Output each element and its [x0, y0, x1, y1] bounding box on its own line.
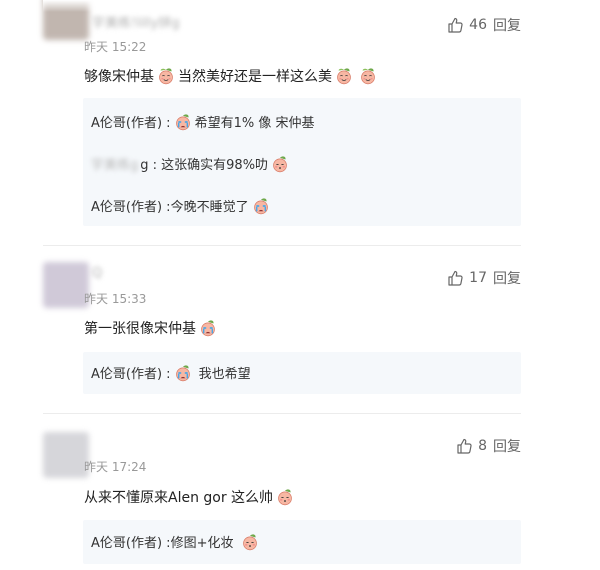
reply-author[interactable]: A伦哥(作者) : [91, 196, 171, 215]
smirk-emoji-icon [335, 67, 353, 85]
avatar[interactable] [43, 262, 89, 308]
comment-time: 昨天 15:22 [84, 40, 147, 54]
comment-time: 昨天 17:24 [84, 460, 147, 474]
comment-text-continued: 当然美好还是一样这么美 [178, 69, 332, 85]
reply-thread: A伦哥(作者) : 希望有1% 像 宋仲基 宇美练g g : 这张确实有98%叻… [83, 98, 521, 226]
comment-text: 够像宋仲基 [84, 69, 154, 85]
comment-content: 够像宋仲基 当然美好还是一样这么美 [84, 66, 380, 86]
like-count[interactable]: 46 [469, 17, 487, 33]
comment-text: 第一张很像宋仲基 [84, 321, 196, 337]
comment-content: 从来不懂原来Alen gor 这么帅 [84, 487, 297, 507]
thumbs-up-icon[interactable] [447, 17, 463, 33]
crying-emoji-icon [199, 319, 217, 337]
reply-author[interactable]: A伦哥(作者) : [91, 112, 171, 131]
like-count[interactable]: 8 [478, 438, 487, 454]
reply-thread: A伦哥(作者) : 修图+化妆 [83, 520, 521, 564]
like-count[interactable]: 17 [469, 270, 487, 286]
avatar[interactable] [43, 432, 89, 478]
reply-author[interactable]: A伦哥(作者) : [91, 532, 171, 551]
divider [43, 413, 521, 414]
crying-emoji-icon [174, 113, 192, 131]
shy-emoji-icon [271, 155, 289, 173]
reply-item[interactable]: A伦哥(作者) : 今晚不睡觉了 [91, 196, 273, 215]
comment-text: 从来不懂原来Alen gor 这么帅 [84, 490, 274, 506]
reply-author[interactable]: A伦哥(作者) : [91, 363, 171, 382]
crying-emoji-icon [252, 197, 270, 215]
thumbs-up-icon[interactable] [447, 270, 463, 286]
reply-item[interactable]: A伦哥(作者) : 希望有1% 像 宋仲基 [91, 112, 314, 131]
reply-thread: A伦哥(作者) : 我也希望 [83, 352, 521, 394]
reply-author-blurred[interactable]: 宇美练g [91, 154, 138, 173]
comment-actions: 8 回复 [456, 436, 521, 456]
top-fade [43, 0, 283, 12]
reply-item[interactable]: A伦哥(作者) : 修图+化妆 [91, 532, 262, 551]
shy-emoji-icon [241, 533, 259, 551]
divider [43, 245, 521, 246]
reply-text: 今晚不睡觉了 [170, 200, 249, 215]
smirk-emoji-icon [359, 67, 377, 85]
comment-actions: 46 回复 [447, 15, 521, 35]
reply-button[interactable]: 回复 [493, 15, 521, 35]
reply-item[interactable]: 宇美练g g : 这张确实有98%叻 [91, 154, 292, 173]
thumbs-up-icon[interactable] [456, 438, 472, 454]
reply-text: g : 这张确实有98%叻 [140, 158, 269, 173]
reply-button[interactable]: 回复 [493, 436, 521, 456]
reply-text: 修图+化妆 [170, 536, 234, 551]
comment-username[interactable]: Q [92, 266, 102, 281]
reply-text: 我也希望 [198, 367, 251, 382]
comment-time: 昨天 15:33 [84, 292, 147, 306]
comment-username[interactable]: 宇美练!lilly拼g [92, 12, 180, 31]
reply-button[interactable]: 回复 [493, 268, 521, 288]
crying-emoji-icon [174, 364, 192, 382]
shy-emoji-icon [276, 488, 294, 506]
smirk-emoji-icon [157, 67, 175, 85]
comment-actions: 17 回复 [447, 268, 521, 288]
comment-content: 第一张很像宋仲基 [84, 318, 220, 338]
reply-text: 希望有1% 像 宋仲基 [194, 116, 315, 131]
reply-item[interactable]: A伦哥(作者) : 我也希望 [91, 363, 251, 382]
